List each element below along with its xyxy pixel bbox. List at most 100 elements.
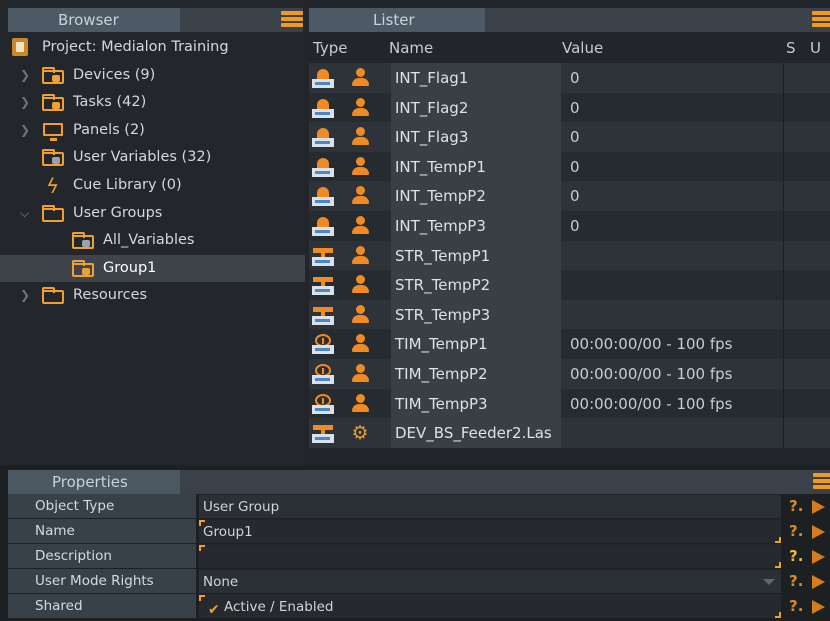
- lister-row[interactable]: STR_TempP2: [309, 270, 830, 300]
- column-divider: [783, 92, 784, 123]
- edit-corner-icon: [775, 537, 781, 543]
- variable-name: STR_TempP2: [391, 270, 561, 300]
- tree-item-label: Tasks (42): [73, 94, 147, 111]
- help-icon[interactable]: ?.: [789, 569, 803, 593]
- variable-name: INT_Flag2: [391, 92, 561, 123]
- chevron-right-icon[interactable]: ❯: [20, 282, 32, 310]
- properties-header: Properties: [8, 470, 830, 494]
- tree-item-devices[interactable]: ❯ Devices (9): [0, 62, 305, 90]
- variable-name: TIM_TempP2: [391, 359, 561, 389]
- lister-row[interactable]: STR_TempP1: [309, 240, 830, 271]
- string-variable-icon: [312, 424, 334, 444]
- help-icon[interactable]: ?.: [789, 544, 803, 568]
- browser-header: Browser: [8, 8, 303, 32]
- tree-item-panels[interactable]: ❯ Panels (2): [0, 117, 305, 145]
- chevron-right-icon[interactable]: ❯: [20, 89, 32, 117]
- lister-menu-icon[interactable]: [812, 11, 830, 29]
- chevron-right-icon[interactable]: ❯: [20, 117, 32, 145]
- property-label: Object Type: [8, 494, 196, 518]
- play-arrow-icon[interactable]: [812, 575, 825, 589]
- property-label: Name: [8, 519, 196, 543]
- column-divider: [783, 299, 784, 330]
- property-shared: Shared ✔ Active / Enabled ?.: [8, 594, 830, 618]
- tree-item-user-variables[interactable]: User Variables (32): [0, 144, 305, 172]
- column-s[interactable]: S: [786, 39, 796, 57]
- properties-menu-icon[interactable]: [813, 473, 830, 491]
- help-icon[interactable]: ?.: [789, 494, 803, 518]
- name-field[interactable]: Group1: [199, 519, 781, 543]
- integer-variable-icon: [312, 187, 334, 207]
- tree-item-all-variables[interactable]: All_Variables: [0, 227, 305, 255]
- play-arrow-icon[interactable]: [812, 500, 825, 514]
- user-icon: [349, 127, 371, 147]
- lister-row[interactable]: ⚙ DEV_BS_Feeder2.Las: [309, 418, 830, 448]
- tree-item-label: User Variables (32): [73, 149, 212, 166]
- string-variable-icon: [312, 276, 334, 296]
- tree-item-tasks[interactable]: ❯ Tasks (42): [0, 89, 305, 117]
- lister-row[interactable]: INT_Flag1 0: [309, 63, 830, 93]
- tree-item-label: Project: Medialon Training: [42, 39, 229, 55]
- column-name[interactable]: Name: [389, 39, 433, 57]
- play-arrow-icon[interactable]: [812, 550, 825, 564]
- lister-header: Lister: [309, 8, 830, 32]
- variable-name: TIM_TempP1: [391, 329, 561, 359]
- folder-icon: [42, 204, 66, 223]
- folder-icon: [42, 287, 66, 305]
- monitor-icon: [42, 122, 66, 141]
- user-icon: [349, 275, 371, 295]
- gear-icon: ⚙: [351, 422, 369, 445]
- user-icon: [349, 68, 371, 88]
- lister-row[interactable]: INT_Flag3 0: [309, 122, 830, 152]
- tree-item-project[interactable]: Project: Medialon Training: [0, 34, 305, 62]
- variable-name: INT_TempP3: [391, 211, 561, 241]
- lister-row[interactable]: STR_TempP3: [309, 299, 830, 330]
- browser-menu-icon[interactable]: [281, 11, 303, 29]
- lister-row[interactable]: INT_Flag2 0: [309, 92, 830, 123]
- column-divider: [783, 122, 784, 152]
- checkmark-icon[interactable]: ✔: [208, 598, 220, 621]
- integer-variable-icon: [312, 98, 334, 119]
- lister-row[interactable]: INT_TempP1 0: [309, 151, 830, 182]
- column-u[interactable]: U: [810, 39, 821, 57]
- lister-row[interactable]: TIM_TempP1 00:00:00/00 - 100 fps: [309, 329, 830, 359]
- column-divider: [783, 211, 784, 241]
- user-mode-rights-select[interactable]: None: [199, 569, 781, 593]
- name-field-value: Group1: [203, 524, 253, 540]
- edit-corner-icon: [775, 612, 781, 618]
- description-field[interactable]: [199, 544, 781, 568]
- lister-row[interactable]: TIM_TempP2 00:00:00/00 - 100 fps: [309, 359, 830, 389]
- variable-value: 0: [570, 187, 580, 206]
- variable-name: INT_TempP1: [391, 151, 561, 182]
- tree-item-group1[interactable]: Group1: [0, 254, 305, 283]
- variable-value: 00:00:00/00 - 100 fps: [570, 394, 733, 413]
- tree-item-cue-library[interactable]: ϟ Cue Library (0): [0, 172, 305, 200]
- chevron-down-icon[interactable]: ⌵: [20, 200, 32, 228]
- variable-name: INT_TempP2: [391, 181, 561, 211]
- user-icon: [349, 186, 371, 206]
- tree-item-resources[interactable]: ❯ Resources: [0, 282, 305, 310]
- tree-item-user-groups[interactable]: ⌵ User Groups: [0, 200, 305, 228]
- column-divider: [783, 63, 784, 93]
- column-divider: [783, 181, 784, 211]
- lister-row[interactable]: INT_TempP3 0: [309, 211, 830, 241]
- help-icon[interactable]: ?.: [789, 519, 803, 543]
- help-icon[interactable]: ?.: [789, 594, 803, 618]
- dropdown-arrow-icon[interactable]: [763, 579, 775, 585]
- property-user-mode-rights: User Mode Rights None ?.: [8, 569, 830, 593]
- properties-panel: Properties Object Type User Group ?. Nam…: [0, 465, 830, 621]
- integer-variable-icon: [312, 217, 334, 237]
- tree-item-label: Group1: [103, 259, 157, 276]
- edit-corner-icon: [775, 562, 781, 568]
- lightning-bolt-icon: ϟ: [46, 173, 60, 198]
- column-value[interactable]: Value: [562, 39, 603, 57]
- property-value: User Group: [199, 494, 781, 518]
- play-arrow-icon[interactable]: [812, 600, 825, 614]
- chevron-right-icon[interactable]: ❯: [20, 62, 32, 90]
- lister-row[interactable]: TIM_TempP3 00:00:00/00 - 100 fps: [309, 388, 830, 419]
- variable-value: 0: [570, 157, 580, 176]
- property-label: Description: [8, 544, 196, 568]
- column-type[interactable]: Type: [313, 39, 347, 57]
- shared-checkbox[interactable]: ✔ Active / Enabled: [199, 594, 781, 618]
- lister-row[interactable]: INT_TempP2 0: [309, 181, 830, 211]
- play-arrow-icon[interactable]: [812, 525, 825, 539]
